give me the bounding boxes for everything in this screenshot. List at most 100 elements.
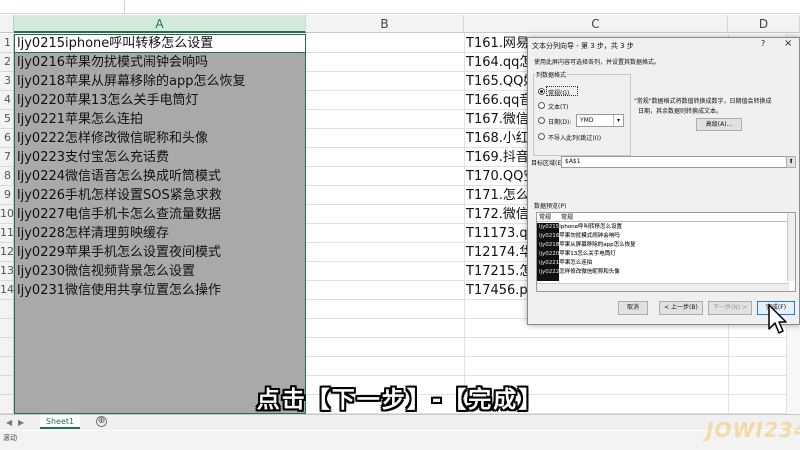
dialog-intro: 使用此屏内容可选择各列，并设置其数据格式。	[534, 59, 661, 66]
column-header-d[interactable]: D	[728, 15, 800, 33]
preview-row: ljy0220苹果13怎么关手电筒灯	[539, 251, 616, 257]
column-header-c[interactable]: C	[464, 15, 728, 33]
back-button[interactable]: < 上一步(B)	[659, 301, 703, 315]
close-icon[interactable]: ×	[784, 38, 792, 49]
row-header[interactable]: 1	[0, 34, 14, 53]
row-header[interactable]: 7	[0, 148, 14, 167]
help-icon[interactable]: ?	[761, 39, 765, 48]
next-button[interactable]: 下一步(N) >	[708, 301, 752, 315]
cell-a[interactable]: ljy0220苹果13怎么关手电筒灯	[17, 91, 305, 110]
preview-row: ljy0221苹果怎么连拍	[539, 260, 593, 266]
preview-horizontal-scrollbar[interactable]	[537, 283, 789, 291]
sheet-tab-sheet1[interactable]: Sheet1	[40, 415, 80, 429]
radio-general-label[interactable]: 常规(G)	[548, 88, 569, 97]
cell-a[interactable]: ljy0222怎样修改微信昵称和头像	[17, 129, 305, 148]
preview-row: ljy0222怎样修改微信昵称和头像	[539, 269, 620, 275]
cell-a[interactable]: ljy0229苹果手机怎么设置夜间模式	[17, 243, 305, 262]
watermark-logo: JOWI234	[706, 418, 800, 442]
row-header[interactable]: 4	[0, 91, 14, 110]
row-header[interactable]	[0, 300, 14, 319]
row-header[interactable]	[0, 319, 14, 338]
formula-bar-separator	[124, 0, 125, 14]
collapse-dialog-icon[interactable]: ⬆	[786, 156, 796, 168]
cell-c[interactable]: T11173.qq	[466, 224, 536, 243]
grid-line	[306, 337, 800, 338]
grid-line	[306, 356, 800, 357]
column-header-a[interactable]: A	[14, 15, 306, 33]
cell-a[interactable]: ljy0224微信语音怎么换成听筒模式	[17, 167, 305, 186]
preview-row: ljy0215iphone呼叫转移怎么设置	[539, 224, 623, 230]
preview-header: 常规 常规	[537, 213, 787, 222]
radio-date[interactable]	[538, 117, 545, 124]
cell-c[interactable]: T161.网易	[466, 34, 536, 53]
row-header[interactable]	[0, 357, 14, 376]
grid-line	[464, 34, 465, 414]
row-header[interactable]	[0, 338, 14, 357]
preview-header-1: 常规	[539, 214, 552, 221]
cell-c[interactable]: T164.qq怎	[466, 53, 536, 72]
cell-c[interactable]: T169.抖音	[466, 148, 536, 167]
row-header[interactable]: 13	[0, 262, 14, 281]
cell-a[interactable]: ljy0215iphone呼叫转移怎么设置	[17, 34, 305, 53]
cancel-button[interactable]: 取消	[618, 301, 648, 315]
cell-c[interactable]: T172.微信	[466, 205, 536, 224]
cell-c[interactable]: T171.怎么	[466, 186, 536, 205]
add-sheet-icon[interactable]: ⊕	[96, 416, 107, 427]
text-to-columns-dialog: 文本分列向导 - 第 3 步，共 3 步 ? × 使用此屏内容可选择各列，并设置…	[527, 37, 800, 325]
row-header[interactable]: 14	[0, 281, 14, 300]
radio-text[interactable]	[538, 102, 545, 109]
dialog-title: 文本分列向导 - 第 3 步，共 3 步	[532, 42, 634, 50]
radio-text-label[interactable]: 文本(T)	[548, 102, 568, 111]
cell-a[interactable]: ljy0226手机怎样设置SOS紧急求救	[17, 186, 305, 205]
cell-a[interactable]: ljy0228怎样清理剪映缓存	[17, 224, 305, 243]
cell-a[interactable]: ljy0230微信视频背景怎么设置	[17, 262, 305, 281]
row-header[interactable]: 10	[0, 205, 14, 224]
status-bar: 滚动	[0, 431, 800, 450]
cell-c[interactable]: T167.微信	[466, 110, 536, 129]
preview-row: ljy0218苹果从屏幕移除的app怎么恢复	[539, 242, 636, 248]
data-preview[interactable]: 常规 常规 ljy0215iphone呼叫转移怎么设置 ljy0216苹果勿扰模式…	[536, 212, 796, 292]
advanced-button[interactable]: 高级(A)...	[696, 118, 742, 131]
next-sheet-icon[interactable]: ▶	[18, 418, 24, 427]
cell-a[interactable]: ljy0216苹果勿扰模式闹钟会响吗	[17, 53, 305, 72]
row-header[interactable]: 11	[0, 224, 14, 243]
preview-label: 数据预览(P)	[534, 203, 567, 210]
select-all-corner[interactable]	[0, 15, 14, 33]
cell-a[interactable]: ljy0218苹果从屏幕移除的app怎么恢复	[17, 72, 305, 91]
row-header[interactable]: 12	[0, 243, 14, 262]
radio-date-label[interactable]: 日期(D):	[548, 117, 571, 126]
row-header[interactable]: 9	[0, 186, 14, 205]
date-format-select[interactable]: YMD ▾	[576, 114, 624, 127]
formula-bar[interactable]	[0, 0, 800, 14]
destination-field[interactable]: $A$1	[561, 156, 793, 168]
radio-general[interactable]	[538, 88, 545, 95]
radio-skip-label[interactable]: 不导入此列(跳过)(I)	[548, 133, 601, 142]
cell-a[interactable]: ljy0221苹果怎么连拍	[17, 110, 305, 129]
format-note-line-1: "常规"数据格式将数值转换成数字，日期值会转换成	[634, 98, 772, 105]
cell-c[interactable]: T17456.ps	[466, 281, 536, 300]
cell-c[interactable]: T166.qq音	[466, 91, 536, 110]
prev-sheet-icon[interactable]: ◀	[6, 418, 12, 427]
row-header[interactable]: 8	[0, 167, 14, 186]
cell-a[interactable]: ljy0231微信使用共享位置怎么操作	[17, 281, 305, 300]
row-header[interactable]: 6	[0, 129, 14, 148]
chevron-down-icon[interactable]: ▾	[613, 115, 623, 126]
destination-value: $A$1	[565, 158, 581, 165]
row-header[interactable]: 5	[0, 110, 14, 129]
preview-vertical-scrollbar[interactable]	[787, 213, 795, 281]
radio-skip[interactable]	[538, 133, 545, 140]
preview-header-2: 常规	[561, 214, 574, 221]
tutorial-caption: 点击【下一步】-【完成】	[256, 387, 544, 413]
cell-c[interactable]: T165.QQ好	[466, 72, 536, 91]
spreadsheet-window: A B C D 1 2 3 4 5 6 7 8 9 10 11 12 13 14 ljy0215iphon…	[0, 0, 800, 450]
cell-a[interactable]: ljy0223支付宝怎么充话费	[17, 148, 305, 167]
preview-row: ljy0216苹果勿扰模式闹钟会响吗	[539, 233, 620, 239]
cell-c[interactable]: T17215.怎	[466, 262, 536, 281]
cell-c[interactable]: T168.小红	[466, 129, 536, 148]
cell-c[interactable]: T170.QQ空	[466, 167, 536, 186]
row-header[interactable]: 3	[0, 72, 14, 91]
cell-a[interactable]: ljy0227电信手机卡怎么查流量数据	[17, 205, 305, 224]
cell-c[interactable]: T12174.华	[466, 243, 536, 262]
column-header-b[interactable]: B	[306, 15, 464, 33]
row-header[interactable]: 2	[0, 53, 14, 72]
